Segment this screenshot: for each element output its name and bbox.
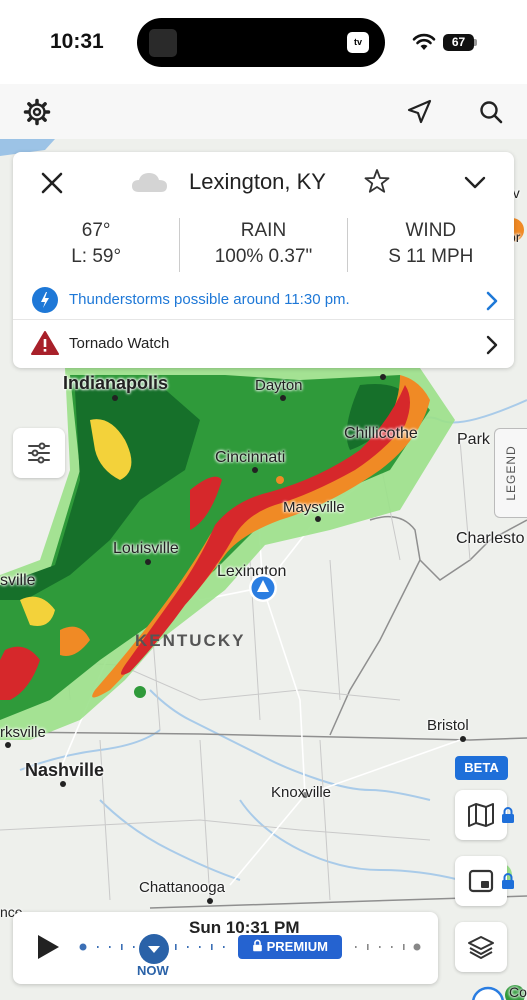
map-style-button[interactable]: [455, 790, 507, 840]
city-charleston: Charlesto: [456, 530, 525, 547]
city-dayton: Dayton: [255, 377, 303, 394]
lock-icon: [502, 873, 514, 889]
filter-button[interactable]: [13, 428, 65, 478]
timeline-knob[interactable]: [139, 934, 169, 964]
rain-value: 100% 0.37": [214, 246, 313, 267]
cloud-icon: [132, 173, 167, 192]
low-temp: L: 59°: [71, 246, 122, 267]
battery-indicator: 67: [443, 34, 474, 51]
state-label: KENTUCKY: [135, 631, 246, 650]
tornado-watch-row[interactable]: Tornado Watch: [13, 324, 514, 364]
filter-icon: [28, 442, 50, 464]
thunderstorm-icon: [32, 287, 58, 313]
top-toolbar: [0, 84, 527, 139]
wind-label: WIND: [405, 220, 457, 241]
stat-wind: WIND S 11 MPH: [346, 218, 514, 272]
wind-value: S 11 MPH: [388, 246, 474, 267]
picture-in-picture-icon: [468, 869, 494, 893]
city-evansville: sville: [0, 572, 36, 589]
radar-timeline: Sun 10:31 PM NOW PREMIUM: [13, 912, 438, 984]
warning-icon: [31, 331, 59, 355]
battery-tip: [474, 39, 477, 46]
lock-icon: [253, 939, 262, 952]
city-chillicothe: Chillicothe: [344, 425, 418, 442]
location-card: Lexington, KY 67° L: 59° RAIN 100% 0.37"…: [13, 152, 514, 368]
current-temp: 67°: [81, 220, 111, 241]
wifi-icon: [412, 33, 436, 50]
rain-label: RAIN: [240, 220, 287, 241]
city-parkersburg: Park: [457, 431, 490, 448]
knob-arrow-icon: [148, 946, 160, 953]
city-chattanooga: Chattanooga: [139, 879, 225, 896]
city-indianapolis: Indianapolis: [63, 373, 169, 393]
stat-rain: RAIN 100% 0.37": [179, 218, 346, 272]
layers-icon: [468, 936, 494, 959]
weather-stats: 67° L: 59° RAIN 100% 0.37" WIND S 11 MPH: [13, 218, 514, 272]
chevron-down-icon[interactable]: [463, 172, 487, 192]
location-name[interactable]: Lexington, KY: [189, 169, 326, 195]
city-columbia: Co: [509, 984, 527, 1000]
city-cincinnati: Cincinnati: [215, 449, 286, 466]
close-icon[interactable]: [37, 168, 67, 198]
now-label: NOW: [137, 963, 169, 978]
stat-temperature: 67° L: 59°: [13, 218, 179, 272]
lock-icon: [502, 807, 514, 823]
thunderstorm-alert-row[interactable]: Thunderstorms possible around 11:30 pm.: [13, 280, 514, 320]
city-maysville: Maysville: [283, 499, 345, 516]
compass-icon[interactable]: [470, 985, 510, 1000]
thunderstorm-alert-text: Thunderstorms possible around 11:30 pm.: [69, 291, 350, 308]
chevron-right-icon: [486, 335, 498, 355]
premium-button[interactable]: PREMIUM: [238, 935, 342, 959]
city-bristol: Bristol: [427, 717, 469, 734]
city-clarksville: rksville: [0, 724, 46, 741]
tornado-watch-text: Tornado Watch: [69, 335, 170, 352]
layers-button[interactable]: [455, 922, 507, 972]
island-artwork: [149, 29, 177, 57]
user-location-icon[interactable]: [248, 573, 278, 603]
status-time: 10:31: [50, 30, 104, 53]
city-knoxville: Knoxville: [271, 784, 332, 801]
tv-app-icon: tv: [347, 32, 369, 53]
status-bar: 10:31 tv 67: [0, 0, 527, 84]
map-icon: [468, 803, 494, 827]
gear-icon[interactable]: [21, 96, 53, 128]
dynamic-island: tv: [137, 18, 385, 67]
search-icon[interactable]: [475, 96, 507, 128]
star-icon[interactable]: [364, 168, 390, 194]
chevron-right-icon: [486, 291, 498, 311]
play-icon[interactable]: [35, 933, 61, 961]
city-nashville: Nashville: [25, 760, 105, 780]
picture-in-picture-button[interactable]: [455, 856, 507, 906]
premium-label: PREMIUM: [266, 939, 328, 954]
legend-label: LEGEND: [504, 445, 518, 501]
location-arrow-icon[interactable]: [403, 96, 435, 128]
beta-badge: BETA: [455, 756, 508, 780]
legend-tab[interactable]: LEGEND: [494, 428, 527, 518]
city-louisville: Louisville: [113, 540, 179, 557]
